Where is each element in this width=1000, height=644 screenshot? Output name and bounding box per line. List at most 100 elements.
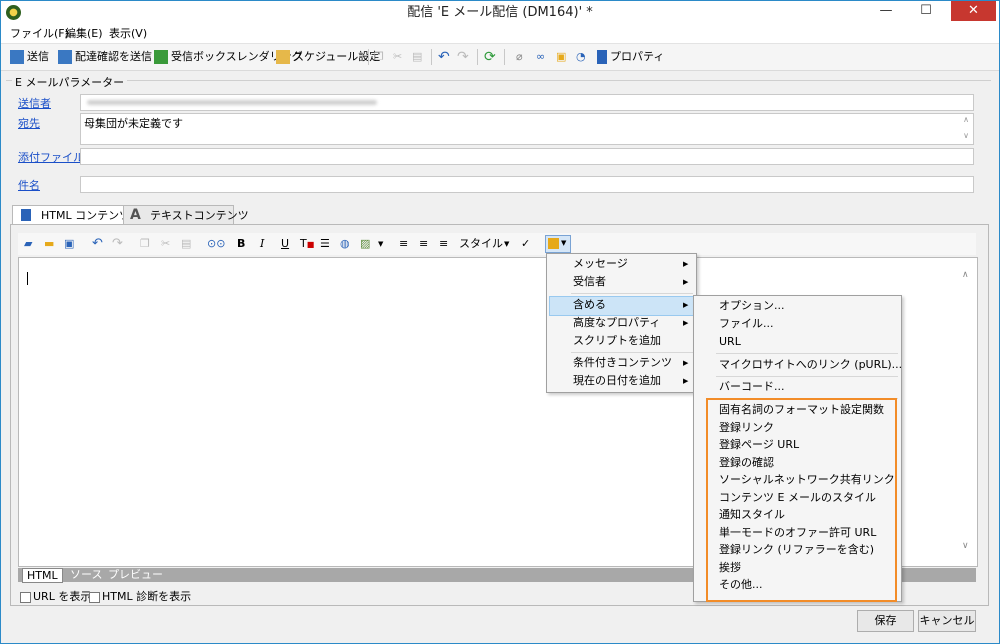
to-field[interactable]: 母集団が未定義です ∧ ∨ xyxy=(80,113,974,145)
menu-file[interactable]: ファイル(F) xyxy=(10,26,69,42)
calendar-icon xyxy=(276,50,290,64)
tab-html-content[interactable]: HTML コンテンツ xyxy=(12,205,130,226)
save-icon[interactable]: ▣ xyxy=(64,237,74,251)
gift-icon[interactable]: ▣ xyxy=(556,48,566,66)
maximize-icon[interactable]: ☐ xyxy=(906,1,946,21)
new-doc-icon[interactable]: ▰ xyxy=(24,237,32,251)
html-diagnostic-label: HTML 診断を表示 xyxy=(102,590,192,603)
image-dropdown-icon[interactable]: ▼ xyxy=(378,237,383,251)
subject-label[interactable]: 件名 xyxy=(18,177,40,193)
menu-item-url[interactable]: URL xyxy=(719,333,741,351)
submenu-arrow-icon: ▶ xyxy=(683,319,689,327)
window-title: 配信 'E メール配信 (DM164)' * xyxy=(407,5,593,20)
copy-icon[interactable]: ❐ xyxy=(374,48,384,66)
toolbar-separator xyxy=(368,49,369,65)
tab-html[interactable]: HTML xyxy=(22,568,63,583)
email-parameters-title: E メールパラメーター xyxy=(12,74,128,90)
tracking-icon[interactable]: ◔ xyxy=(576,48,586,66)
menu-separator xyxy=(571,293,693,294)
attachment-icon[interactable]: ⌀ xyxy=(516,48,523,66)
spellcheck-icon[interactable]: ✓ xyxy=(521,237,530,251)
menu-item-file[interactable]: ファイル... xyxy=(719,315,774,333)
image-icon[interactable]: ▨ xyxy=(360,237,370,251)
clipboard-icon xyxy=(597,50,607,64)
minimize-icon[interactable]: — xyxy=(871,1,901,21)
scroll-up-icon[interactable]: ∧ xyxy=(962,270,969,280)
scroll-up-icon[interactable]: ∧ xyxy=(963,115,969,124)
menu-item-barcode[interactable]: バーコード... xyxy=(719,378,785,396)
properties-button[interactable]: プロパティ xyxy=(597,48,664,66)
menu-item-conditional-content[interactable]: 条件付きコンテンツ xyxy=(573,354,672,372)
align-left-icon[interactable]: ≡ xyxy=(399,237,408,251)
menu-item-message[interactable]: メッセージ xyxy=(573,255,628,273)
inbox-icon xyxy=(154,50,168,64)
send-button[interactable]: 送信 xyxy=(10,48,49,66)
from-field[interactable] xyxy=(80,94,974,111)
attachment-field[interactable] xyxy=(80,148,974,165)
submenu-arrow-icon: ▶ xyxy=(683,359,689,367)
toolbar-separator xyxy=(431,49,432,65)
cut-icon[interactable]: ✂ xyxy=(161,237,170,251)
paste-icon[interactable]: ▤ xyxy=(181,237,191,251)
menu-item-add-current-date[interactable]: 現在の日付を追加 xyxy=(573,372,661,390)
submenu-arrow-icon: ▶ xyxy=(683,260,689,268)
envelope-check-icon xyxy=(58,50,72,64)
underline-icon[interactable]: U xyxy=(281,237,289,251)
save-button[interactable]: 保存 xyxy=(857,610,914,632)
personalization-button[interactable]: ▼ xyxy=(545,235,571,253)
send-label: 送信 xyxy=(27,50,49,63)
properties-label: プロパティ xyxy=(610,50,665,63)
chevron-down-icon: ▼ xyxy=(561,239,567,247)
find-binoculars-icon[interactable]: ⊙⊙ xyxy=(207,237,225,251)
menu-item-include[interactable]: 含める xyxy=(573,296,606,314)
chevron-down-icon: ▼ xyxy=(504,240,510,248)
from-label[interactable]: 送信者 xyxy=(18,95,51,111)
menu-edit[interactable]: 編集(E) xyxy=(65,26,103,42)
link-icon[interactable]: ∞ xyxy=(536,48,545,66)
menu-item-recipient[interactable]: 受信者 xyxy=(573,273,606,291)
menu-item-options[interactable]: オプション... xyxy=(719,297,785,315)
style-dropdown[interactable]: スタイル ▼ xyxy=(459,237,513,251)
copy-icon[interactable]: ❐ xyxy=(140,237,150,251)
personalization-icon xyxy=(548,238,559,249)
undo-icon[interactable]: ↶ xyxy=(438,48,450,66)
annotation-highlight-box xyxy=(706,398,897,602)
submenu-arrow-icon: ▶ xyxy=(683,301,689,309)
paste-icon[interactable]: ▤ xyxy=(412,48,422,66)
menu-view[interactable]: 表示(V) xyxy=(109,26,147,42)
tab-preview[interactable]: プレビュー xyxy=(104,568,167,582)
checkbox-icon xyxy=(20,591,31,603)
italic-icon[interactable]: I xyxy=(260,237,264,251)
cut-icon[interactable]: ✂ xyxy=(393,48,402,66)
align-right-icon[interactable]: ≡ xyxy=(439,237,448,251)
to-label[interactable]: 宛先 xyxy=(18,115,40,131)
tab-html-label: HTML コンテンツ xyxy=(41,209,131,222)
show-url-checkbox[interactable]: URL を表示 xyxy=(20,588,91,604)
tab-source[interactable]: ソース xyxy=(66,568,106,582)
send-proof-button[interactable]: 配達確認を送信 xyxy=(58,48,152,66)
text-color-icon[interactable]: T■ xyxy=(300,237,314,252)
html-doc-icon xyxy=(21,209,31,221)
menu-item-microsite-purl[interactable]: マイクロサイトへのリンク (pURL)... xyxy=(719,356,902,374)
close-window-button[interactable]: ✕ xyxy=(951,1,996,21)
schedule-button[interactable]: スケジュール設定 xyxy=(276,48,380,66)
menu-item-advanced-properties[interactable]: 高度なプロパティ xyxy=(573,314,660,332)
refresh-icon[interactable]: ⟳ xyxy=(484,48,496,66)
menu-item-add-script[interactable]: スクリプトを追加 xyxy=(573,332,661,350)
undo-icon[interactable]: ↶ xyxy=(92,237,103,251)
align-center-icon[interactable]: ≡ xyxy=(419,237,428,251)
attachment-label[interactable]: 添付ファイル xyxy=(18,149,84,165)
scroll-down-icon[interactable]: ∨ xyxy=(963,131,969,140)
list-icon[interactable]: ☰ xyxy=(320,237,330,251)
menu-separator xyxy=(571,352,693,353)
redo-icon[interactable]: ↷ xyxy=(457,48,469,66)
tab-text-content[interactable]: A テキストコンテンツ xyxy=(123,205,249,225)
open-folder-icon[interactable]: ▬ xyxy=(44,237,54,251)
cancel-button[interactable]: キャンセル xyxy=(918,610,976,632)
redo-icon[interactable]: ↷ xyxy=(112,237,123,251)
globe-link-icon[interactable]: ◍ xyxy=(340,237,350,251)
bold-icon[interactable]: B xyxy=(237,237,245,251)
scroll-down-icon[interactable]: ∨ xyxy=(962,541,969,551)
html-diagnostic-checkbox[interactable]: HTML 診断を表示 xyxy=(89,588,191,604)
subject-field[interactable] xyxy=(80,176,974,193)
